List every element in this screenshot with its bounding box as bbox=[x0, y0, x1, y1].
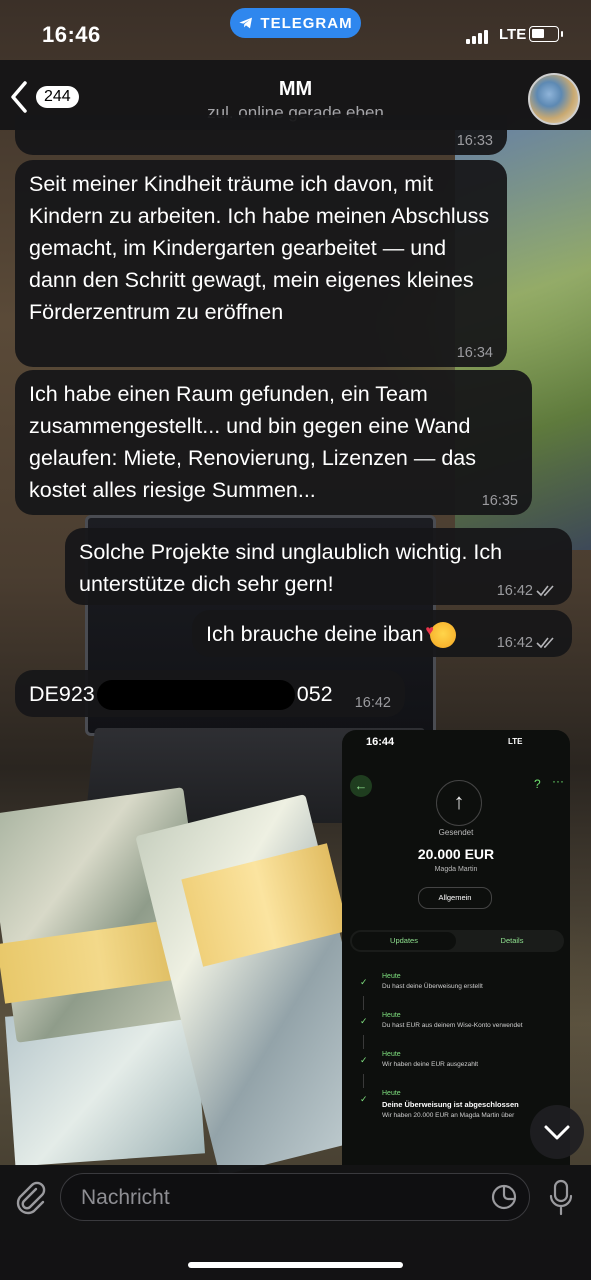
wise-sent-label: Gesendet bbox=[438, 828, 474, 837]
signal-icon bbox=[466, 28, 494, 44]
read-checkmark-icon bbox=[536, 637, 554, 649]
arrow-up-icon: ↑ bbox=[436, 780, 482, 826]
message-time: 16:42 bbox=[496, 583, 533, 599]
sticker-icon[interactable] bbox=[491, 1184, 517, 1210]
home-indicator[interactable] bbox=[188, 1262, 403, 1268]
message-status: 16:42 bbox=[497, 583, 558, 599]
smiling-face-with-hearts-emoji bbox=[426, 614, 456, 649]
message-time: 16:33 bbox=[456, 133, 493, 149]
chat-title[interactable]: MM bbox=[0, 78, 591, 101]
redaction-bar bbox=[96, 680, 295, 711]
message-bubble-outgoing[interactable]: Solche Projekte sind unglaublich wichtig… bbox=[65, 528, 572, 605]
status-time: 16:46 bbox=[42, 22, 101, 47]
check-icon: ✓ bbox=[360, 1055, 368, 1065]
message-input[interactable] bbox=[79, 1174, 483, 1222]
check-icon: ✓ bbox=[360, 977, 368, 987]
message-text: Ich habe einen Raum gefunden, ein Team z… bbox=[29, 382, 476, 502]
more-icon: ··· bbox=[552, 774, 564, 788]
message-text: Seit meiner Kindheit träume ich davon, m… bbox=[29, 172, 490, 324]
contact-avatar[interactable] bbox=[528, 73, 580, 125]
wise-step: Heute Du hast EUR aus deinem Wise-Konto … bbox=[382, 1012, 523, 1029]
wise-step: Heute Wir haben deine EUR ausgezahlt bbox=[382, 1051, 479, 1068]
message-time: 16:42 bbox=[496, 635, 533, 651]
message-time: 16:35 bbox=[481, 493, 518, 509]
telegram-return-pill[interactable]: TELEGRAM bbox=[230, 8, 361, 38]
paperclip-icon[interactable] bbox=[14, 1180, 46, 1216]
message-bubble[interactable]: Ich habe einen Raum gefunden, ein Team z… bbox=[15, 370, 532, 515]
status-bar: 16:46 TELEGRAM LTE bbox=[0, 0, 591, 60]
wise-amount: 20.000 EUR bbox=[417, 846, 495, 862]
message-text: Ich brauche deine iban bbox=[206, 622, 424, 646]
battery-icon bbox=[529, 26, 563, 42]
message-time: 16:42 bbox=[354, 695, 391, 711]
iban-end: 052 bbox=[296, 682, 333, 706]
photo-message-transfer-screenshot[interactable]: 16:44 LTE ← ? ··· ↑ Gesendet 20.000 EUR … bbox=[342, 730, 570, 1165]
chevron-down-icon bbox=[544, 1125, 570, 1140]
scroll-to-bottom-button[interactable] bbox=[530, 1105, 584, 1159]
check-icon: ✓ bbox=[360, 1016, 368, 1026]
check-icon: ✓ bbox=[360, 1094, 368, 1104]
help-icon: ? bbox=[534, 777, 541, 791]
message-bubble[interactable]: DE923 052 16:42 bbox=[15, 670, 405, 717]
wise-tab-updates: Updates bbox=[352, 932, 456, 950]
telegram-pill-label: TELEGRAM bbox=[260, 14, 353, 32]
wise-step: Heute Du hast deine Überweisung erstellt bbox=[382, 973, 483, 990]
wise-tabs: Updates Details bbox=[350, 930, 564, 952]
message-text: Solche Projekte sind unglaublich wichtig… bbox=[79, 540, 503, 596]
message-status: 16:42 bbox=[497, 635, 558, 651]
wise-general-button: Allgemein bbox=[418, 887, 492, 909]
message-bubble[interactable]: Seit meiner Kindheit träume ich davon, m… bbox=[15, 160, 507, 367]
wise-recipient: Magda Martin bbox=[434, 866, 478, 873]
wise-tab-details: Details bbox=[500, 936, 524, 945]
message-bubble-outgoing[interactable]: Ich brauche deine iban 16:42 bbox=[192, 610, 572, 657]
message-bubble[interactable]: 16:33 bbox=[15, 115, 507, 155]
read-checkmark-icon bbox=[536, 585, 554, 597]
message-time: 16:34 bbox=[456, 345, 493, 361]
microphone-icon[interactable] bbox=[548, 1179, 574, 1217]
arrow-left-icon: ← bbox=[350, 775, 372, 797]
message-field[interactable] bbox=[60, 1173, 530, 1222]
wise-network: LTE bbox=[508, 737, 523, 746]
iban-start: DE923 bbox=[29, 682, 95, 706]
telegram-icon bbox=[239, 17, 253, 29]
wise-status-time: 16:44 bbox=[366, 736, 395, 748]
network-type: LTE bbox=[499, 26, 527, 43]
